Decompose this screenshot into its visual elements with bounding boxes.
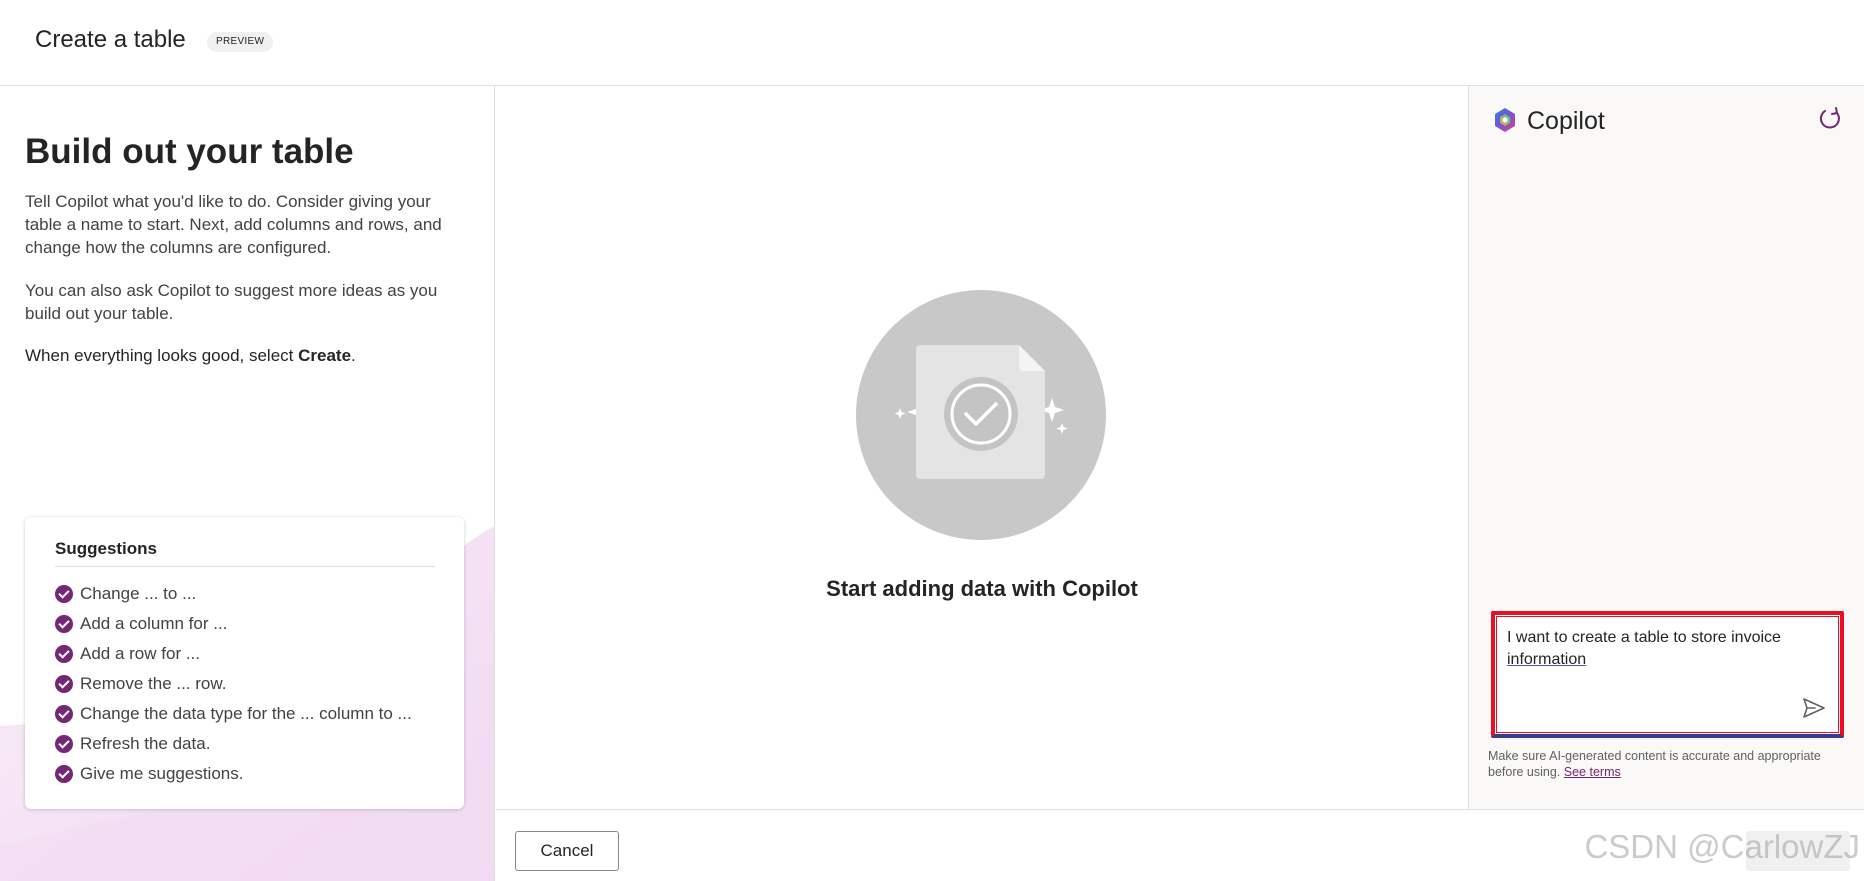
suggestion-item[interactable]: Remove the ... row. <box>55 669 412 699</box>
input-text-line1: I want to create a table to store invoic… <box>1507 629 1781 646</box>
suggestions-title: Suggestions <box>55 539 158 558</box>
suggestion-label: Add a column for ... <box>80 614 228 633</box>
intro-text: Tell Copilot what you'd like to do. Cons… <box>25 192 442 257</box>
input-text-line2: information <box>1507 651 1587 668</box>
footer-bar: Cancel CSDN @CarlowZJ <box>496 809 1864 881</box>
suggestion-item[interactable]: Change the data type for the ... column … <box>55 699 412 729</box>
suggestion-item[interactable]: Give me suggestions. <box>55 759 412 789</box>
cancel-button[interactable]: Cancel <box>515 831 619 871</box>
page-title: Create a table <box>35 26 186 53</box>
suggestion-item[interactable]: Change ... to ... <box>55 579 412 609</box>
suggestion-label: Remove the ... row. <box>80 674 227 693</box>
check-circle-icon <box>55 705 73 723</box>
suggestion-label: Add a row for ... <box>80 644 200 663</box>
page-header: Create a table PREVIEW <box>0 0 1864 86</box>
watermark-text: CSDN @CarlowZJ <box>1584 828 1860 865</box>
copilot-input[interactable]: I want to create a table to store invoic… <box>1491 611 1844 738</box>
suggestion-label: Give me suggestions. <box>80 764 244 783</box>
table-preview-area: Start adding data with Copilot <box>496 86 1468 809</box>
suggestions-card: Suggestions Change ... to ... Add a colu… <box>25 517 464 809</box>
suggestion-item[interactable]: Add a row for ... <box>55 639 412 669</box>
check-circle-icon <box>55 735 73 753</box>
ideas-text: You can also ask Copilot to suggest more… <box>25 281 438 323</box>
suggestion-label: Change the data type for the ... column … <box>80 704 412 723</box>
ai-disclaimer: Make sure AI-generated content is accura… <box>1488 748 1848 780</box>
divider <box>55 566 435 567</box>
send-icon[interactable] <box>1801 695 1827 721</box>
copilot-input-text[interactable]: I want to create a table to store invoic… <box>1507 627 1827 671</box>
disclaimer-text: Make sure AI-generated content is accura… <box>1488 749 1821 779</box>
suggestion-label: Change ... to ... <box>80 584 197 603</box>
check-circle-icon <box>55 645 73 663</box>
suggestion-item[interactable]: Refresh the data. <box>55 729 412 759</box>
suggestion-label: Refresh the data. <box>80 734 211 753</box>
copilot-title: Copilot <box>1527 107 1605 135</box>
see-terms-link[interactable]: See terms <box>1564 765 1621 779</box>
check-circle-icon <box>55 765 73 783</box>
create-hint: When everything looks good, select Creat… <box>25 344 465 367</box>
empty-state-text: Start adding data with Copilot <box>826 576 1138 601</box>
create-hint-bold: Create <box>298 346 352 365</box>
panel-heading: Build out your table <box>25 132 354 171</box>
copilot-panel: Copilot I want to create a table to stor… <box>1468 86 1864 809</box>
check-circle-icon <box>55 675 73 693</box>
create-hint-prefix: When everything looks good, select <box>25 346 299 365</box>
check-circle-icon <box>55 615 73 633</box>
instructions-panel: Build out your table Tell Copilot what y… <box>0 86 495 881</box>
check-circle-icon <box>55 585 73 603</box>
preview-badge: PREVIEW <box>207 32 274 52</box>
create-hint-suffix: . <box>351 346 356 365</box>
refresh-icon[interactable] <box>1816 105 1844 133</box>
document-check-illustration <box>856 290 1106 540</box>
suggestions-list: Change ... to ... Add a column for ... A… <box>55 579 412 789</box>
suggestion-item[interactable]: Add a column for ... <box>55 609 412 639</box>
copilot-logo-icon <box>1495 108 1515 132</box>
